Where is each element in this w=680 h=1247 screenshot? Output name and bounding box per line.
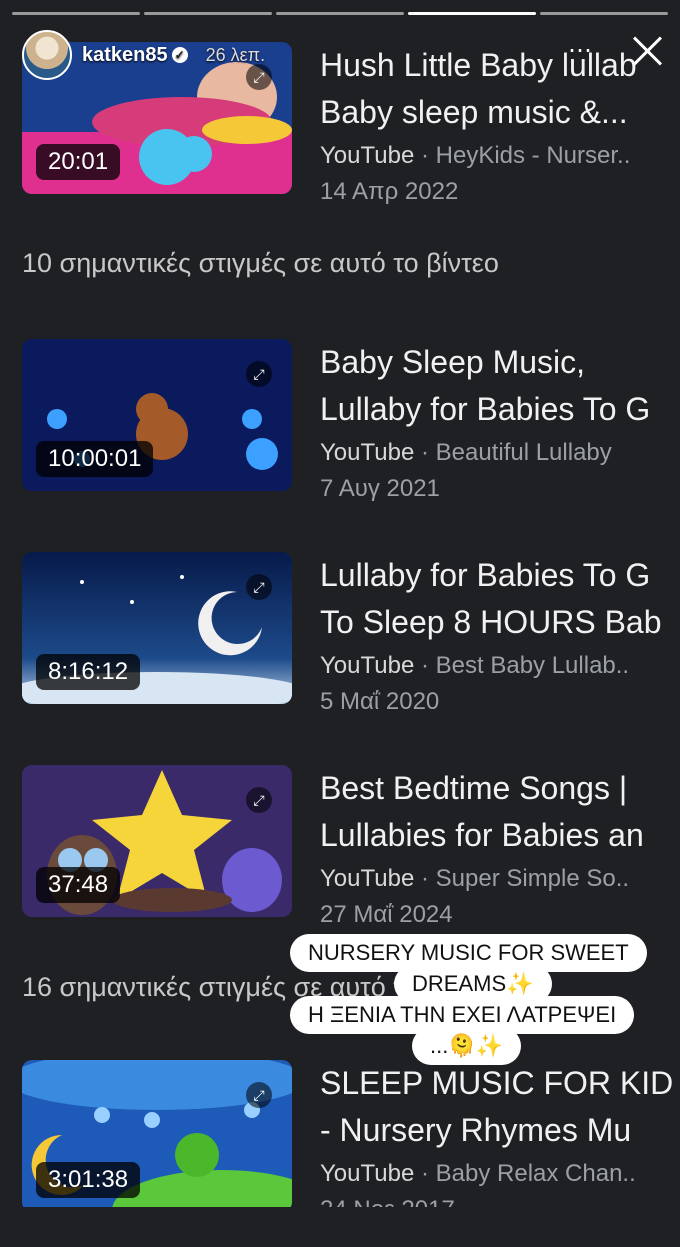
story-caption-line: ...🫠✨ bbox=[412, 1027, 522, 1065]
video-duration: 20:01 bbox=[36, 144, 121, 180]
video-thumbnail[interactable]: 3:01:38 ⤢ bbox=[22, 1060, 292, 1212]
bottom-bar bbox=[0, 1207, 680, 1247]
key-moments-label[interactable]: 10 σημαντικές στιγμές σε αυτό το βίντεο bbox=[22, 248, 499, 279]
video-source: YouTube · HeyKids - Nurser.. bbox=[320, 142, 631, 169]
source-name: YouTube bbox=[320, 1160, 415, 1187]
source-name: YouTube bbox=[320, 652, 415, 679]
video-source: YouTube · Baby Relax Chan.. bbox=[320, 1160, 636, 1187]
username-text: katken85 bbox=[82, 43, 168, 66]
channel-name: Beautiful Lullaby bbox=[435, 439, 612, 466]
story-header: katken85 ✓ 26 λεπ. bbox=[22, 30, 265, 80]
source-name: YouTube bbox=[320, 142, 415, 169]
progress-segment bbox=[540, 12, 668, 15]
expand-icon[interactable]: ⤢ bbox=[246, 787, 272, 813]
progress-segment bbox=[12, 12, 140, 15]
video-title-line1: Baby Sleep Music, bbox=[320, 344, 586, 380]
username[interactable]: katken85 ✓ bbox=[82, 44, 188, 67]
source-name: YouTube bbox=[320, 439, 415, 466]
video-item[interactable]: 3:01:38 ⤢ SLEEP MUSIC FOR KID - Nursery … bbox=[22, 1060, 680, 1223]
video-duration: 3:01:38 bbox=[36, 1162, 141, 1198]
expand-icon[interactable]: ⤢ bbox=[246, 574, 272, 600]
more-options-icon[interactable]: ⋯ bbox=[568, 36, 593, 65]
video-title-line2: Baby sleep music &... bbox=[320, 94, 628, 130]
video-thumbnail[interactable]: 37:48 ⤢ bbox=[22, 765, 292, 917]
video-source: YouTube · Beautiful Lullaby bbox=[320, 439, 612, 466]
avatar[interactable] bbox=[22, 30, 72, 80]
channel-name: HeyKids - Nurser.. bbox=[435, 142, 631, 169]
video-info: Baby Sleep Music, Lullaby for Babies To … bbox=[320, 339, 680, 507]
expand-icon[interactable]: ⤢ bbox=[246, 361, 272, 387]
video-date: 5 Μαΐ 2020 bbox=[320, 688, 440, 715]
video-info: SLEEP MUSIC FOR KID - Nursery Rhymes Mu … bbox=[320, 1060, 680, 1228]
video-info: Hush Little Baby lullab Baby sleep music… bbox=[320, 42, 680, 210]
video-source: YouTube · Best Baby Lullab.. bbox=[320, 652, 630, 679]
video-info: Best Bedtime Songs | Lullabies for Babie… bbox=[320, 765, 680, 933]
video-title-line1: Hush Little Baby lullab bbox=[320, 47, 637, 83]
video-date: 14 Απρ 2022 bbox=[320, 178, 459, 205]
video-duration: 8:16:12 bbox=[36, 654, 141, 690]
video-duration: 37:48 bbox=[36, 867, 121, 903]
video-item[interactable]: 37:48 ⤢ Best Bedtime Songs | Lullabies f… bbox=[22, 765, 680, 928]
video-info: Lullaby for Babies To G To Sleep 8 HOURS… bbox=[320, 552, 680, 720]
video-thumbnail[interactable]: 8:16:12 ⤢ bbox=[22, 552, 292, 704]
video-title-line1: SLEEP MUSIC FOR KID bbox=[320, 1065, 674, 1101]
close-icon[interactable] bbox=[628, 32, 666, 70]
video-title-line1: Lullaby for Babies To G bbox=[320, 557, 651, 593]
story-time: 26 λεπ. bbox=[205, 44, 266, 65]
progress-segment bbox=[144, 12, 272, 15]
video-item[interactable]: 8:16:12 ⤢ Lullaby for Babies To G To Sle… bbox=[22, 552, 680, 715]
video-source: YouTube · Super Simple So.. bbox=[320, 865, 630, 892]
progress-segment-active bbox=[408, 12, 536, 15]
video-title-line1: Best Bedtime Songs | bbox=[320, 770, 628, 806]
video-title-line2: Lullabies for Babies an bbox=[320, 817, 644, 853]
video-date: 7 Αυγ 2021 bbox=[320, 475, 440, 502]
video-thumbnail[interactable]: 10:00:01 ⤢ bbox=[22, 339, 292, 491]
expand-icon[interactable]: ⤢ bbox=[246, 1082, 272, 1108]
story-progress-bar bbox=[12, 12, 668, 15]
video-item[interactable]: 10:00:01 ⤢ Baby Sleep Music, Lullaby for… bbox=[22, 339, 680, 502]
verified-badge-icon: ✓ bbox=[171, 47, 188, 64]
video-title-line2: To Sleep 8 HOURS Bab bbox=[320, 604, 662, 640]
channel-name: Super Simple So.. bbox=[435, 865, 630, 892]
video-date: 27 Μαΐ 2024 bbox=[320, 901, 453, 928]
progress-segment bbox=[276, 12, 404, 15]
channel-name: Best Baby Lullab.. bbox=[435, 652, 630, 679]
source-name: YouTube bbox=[320, 865, 415, 892]
video-title-line2: - Nursery Rhymes Mu bbox=[320, 1112, 632, 1148]
video-title-line2: Lullaby for Babies To G bbox=[320, 391, 651, 427]
video-duration: 10:00:01 bbox=[36, 441, 154, 477]
channel-name: Baby Relax Chan.. bbox=[435, 1160, 636, 1187]
